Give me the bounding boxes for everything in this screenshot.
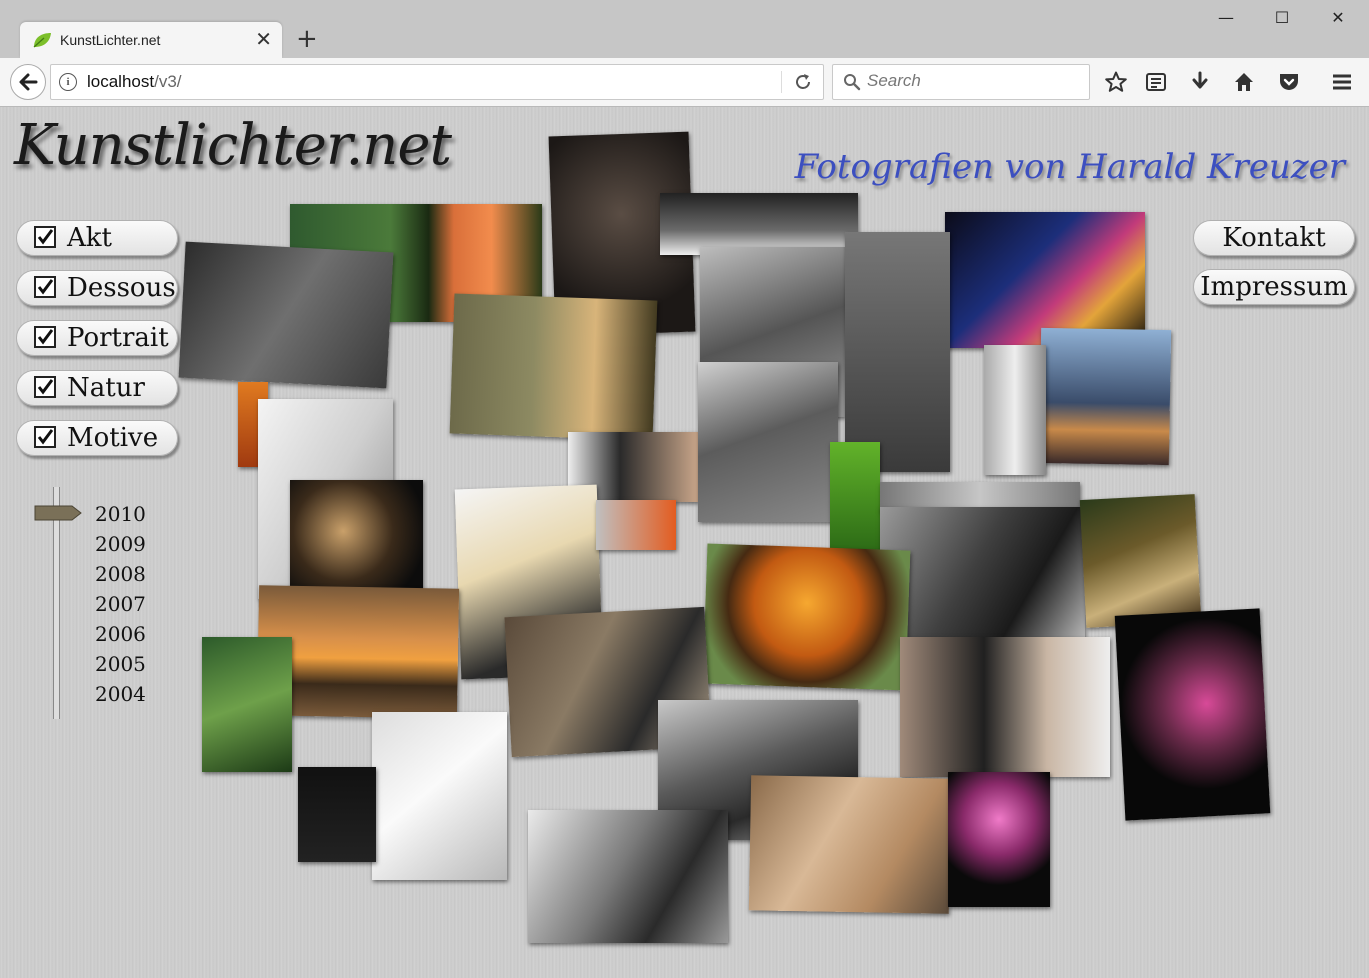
nav-bar: i localhost/v3/ (0, 58, 1369, 107)
search-icon (844, 74, 861, 91)
close-window-button[interactable]: ✕ (1326, 8, 1350, 27)
checkbox-checked-icon[interactable] (33, 225, 57, 249)
photo-green-strip[interactable] (830, 442, 880, 552)
divider (781, 71, 782, 93)
photo-woman-lying-bw[interactable] (528, 810, 728, 943)
photo-statue-bw[interactable] (698, 362, 838, 522)
search-input[interactable] (867, 71, 1077, 91)
filter-natur[interactable]: Natur (16, 370, 178, 406)
year-2010[interactable]: 2010 (95, 502, 146, 526)
checkbox-checked-icon[interactable] (33, 275, 57, 299)
photo-reclining-silhouette[interactable] (660, 193, 858, 255)
tab-title: KunstLichter.net (60, 32, 161, 48)
filter-akt[interactable]: Akt (16, 220, 178, 256)
filter-label: Dessous (67, 273, 176, 303)
checkbox-checked-icon[interactable] (33, 425, 57, 449)
search-bar[interactable] (832, 64, 1090, 100)
minimize-button[interactable]: — (1214, 8, 1238, 27)
pocket-icon[interactable] (1277, 70, 1301, 94)
filter-portrait[interactable]: Portrait (16, 320, 178, 356)
reload-icon[interactable] (793, 72, 813, 92)
photo-woman-black-top[interactable] (900, 637, 1110, 777)
photo-woman-fence[interactable] (178, 241, 394, 389)
year-2005[interactable]: 2005 (95, 652, 146, 676)
photo-bridge-night[interactable] (1038, 327, 1172, 466)
download-icon[interactable] (1188, 70, 1212, 94)
bookmark-star-icon[interactable] (1104, 70, 1128, 94)
back-button[interactable] (10, 64, 46, 100)
photo-woman-doorway[interactable] (845, 232, 950, 472)
checkbox-checked-icon[interactable] (33, 325, 57, 349)
maximize-button[interactable]: ☐ (1270, 8, 1294, 27)
filter-label: Akt (67, 223, 112, 253)
url-bar[interactable]: i localhost/v3/ (50, 64, 824, 100)
site-logo[interactable]: Kunstlichter.net (14, 113, 452, 178)
info-icon[interactable]: i (59, 73, 77, 91)
photo-dark-tile[interactable] (298, 767, 376, 862)
photo-nude-wood[interactable] (748, 775, 952, 914)
reading-list-icon[interactable] (1144, 70, 1168, 94)
photo-nude-white[interactable] (372, 712, 507, 880)
photo-orange-tile[interactable] (596, 500, 676, 550)
tab-bar: KunstLichter.net ✕ + — ☐ ✕ (0, 0, 1369, 58)
photo-nude-bw-torso[interactable] (984, 345, 1046, 475)
photo-orange-cone-flower[interactable] (702, 543, 911, 691)
site-subtitle: Fotografien von Harald Kreuzer (794, 147, 1345, 187)
year-2007[interactable]: 2007 (95, 592, 146, 616)
photo-pink-flower[interactable] (948, 772, 1050, 907)
filter-label: Motive (67, 423, 159, 453)
photo-angel-statue-woman[interactable] (449, 293, 658, 441)
filter-dessous[interactable]: Dessous (16, 270, 178, 306)
photo-orchid[interactable] (1114, 608, 1271, 821)
url-text[interactable]: localhost/v3/ (87, 72, 182, 92)
leaf-icon (33, 33, 51, 48)
checkbox-checked-icon[interactable] (33, 375, 57, 399)
year-slider-handle[interactable] (34, 504, 82, 522)
year-2008[interactable]: 2008 (95, 562, 146, 586)
year-2004[interactable]: 2004 (95, 682, 146, 706)
home-icon[interactable] (1232, 70, 1256, 94)
photo-green-trees[interactable] (202, 637, 292, 772)
arrow-left-icon (19, 73, 38, 91)
year-2006[interactable]: 2006 (95, 622, 146, 646)
filter-label: Portrait (67, 323, 169, 353)
filter-motive[interactable]: Motive (16, 420, 178, 456)
page-content: Kunstlichter.net Fotografien von Harald … (0, 107, 1369, 978)
tab-close-icon[interactable]: ✕ (255, 28, 272, 50)
photo-woman-hay[interactable] (1079, 494, 1202, 628)
menu-icon[interactable] (1330, 70, 1354, 94)
new-tab-button[interactable]: + (296, 26, 318, 52)
year-2009[interactable]: 2009 (95, 532, 146, 556)
photo-woman-railing-bw[interactable] (880, 507, 1085, 642)
contact-button[interactable]: Kontakt (1193, 220, 1355, 256)
filter-label: Natur (67, 373, 145, 403)
imprint-button[interactable]: Impressum (1193, 269, 1355, 305)
browser-tab[interactable]: KunstLichter.net ✕ (20, 22, 282, 58)
